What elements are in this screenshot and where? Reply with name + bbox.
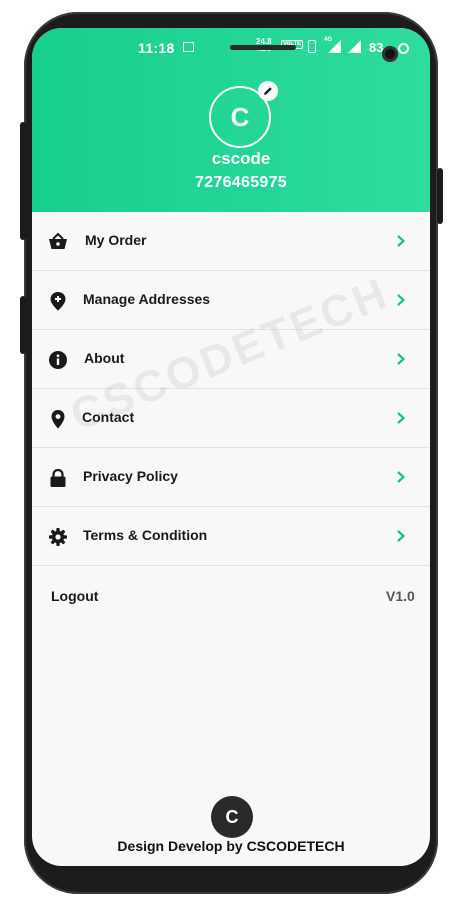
lock-icon <box>50 468 66 487</box>
menu-item-my-order[interactable]: My Order <box>32 212 430 271</box>
chevron-right-icon <box>397 235 406 247</box>
location-pin-icon <box>51 410 65 429</box>
menu-item-privacy-policy[interactable]: Privacy Policy <box>32 448 430 507</box>
add-location-icon <box>50 292 66 311</box>
user-name: cscode <box>211 149 271 168</box>
menu-item-label: Privacy Policy <box>83 468 178 484</box>
menu-item-label: Terms & Condition <box>83 527 208 543</box>
logout-button[interactable]: Logout <box>51 588 98 604</box>
vibrate-icon <box>308 40 316 53</box>
edit-profile-button[interactable] <box>258 81 278 101</box>
info-icon <box>49 351 67 369</box>
menu-item-label: My Order <box>85 232 147 248</box>
gear-icon <box>49 528 67 546</box>
menu-item-label: Manage Addresses <box>83 291 211 307</box>
status-time: 11:18 <box>138 40 175 56</box>
basket-icon <box>49 232 67 249</box>
footer-credit: Design Develop by CSCODETECH <box>117 838 345 854</box>
bixby-button <box>20 296 26 354</box>
app-version: V1.0 <box>386 588 415 604</box>
volume-button <box>20 122 26 240</box>
logout-row: Logout V1.0 <box>32 576 430 616</box>
pencil-icon <box>264 87 272 95</box>
chevron-right-icon <box>397 471 406 483</box>
chevron-right-icon <box>397 353 406 365</box>
brand-logo: C <box>211 796 253 838</box>
power-button <box>437 168 443 224</box>
battery-ring-icon <box>398 43 409 54</box>
menu-item-about[interactable]: About <box>32 330 430 389</box>
menu-item-contact[interactable]: Contact <box>32 389 430 448</box>
chevron-right-icon <box>397 412 406 424</box>
signal-icon <box>328 40 341 53</box>
gallery-icon <box>183 42 194 52</box>
signal-icon-2 <box>348 40 361 53</box>
menu-item-label: About <box>84 350 125 366</box>
chevron-right-icon <box>397 294 406 306</box>
menu-list: My Order Manage Addresses About Contact … <box>32 212 430 566</box>
chevron-right-icon <box>397 530 406 542</box>
earpiece <box>230 45 296 50</box>
menu-item-terms-condition[interactable]: Terms & Condition <box>32 507 430 566</box>
user-phone: 7276465975 <box>195 174 287 191</box>
camera-icon <box>382 46 398 62</box>
app-screen: 11:18 24.8 KB/S VoLTE 4G 83 C cscode 727… <box>32 28 430 866</box>
menu-item-label: Contact <box>82 409 135 425</box>
profile-header: 11:18 24.8 KB/S VoLTE 4G 83 C cscode 727… <box>32 28 430 212</box>
menu-item-manage-addresses[interactable]: Manage Addresses <box>32 271 430 330</box>
